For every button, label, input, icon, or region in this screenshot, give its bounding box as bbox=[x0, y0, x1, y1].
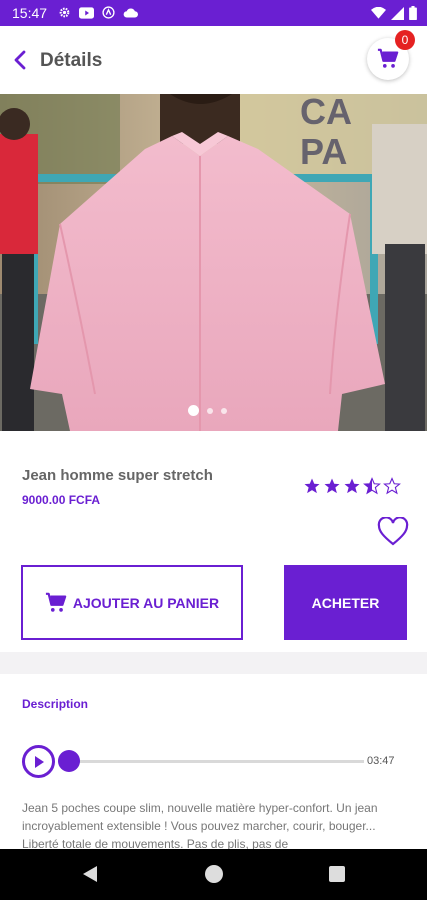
audio-duration: 03:47 bbox=[367, 755, 395, 767]
description-title: Description bbox=[22, 697, 89, 711]
star-filled-icon bbox=[304, 478, 320, 494]
product-image-carousel[interactable]: CA PA bbox=[0, 94, 427, 431]
add-to-cart-button[interactable]: AJOUTER AU PANIER bbox=[21, 565, 243, 640]
chevron-left-icon bbox=[14, 50, 26, 70]
nav-recent-apps-icon[interactable] bbox=[329, 866, 345, 882]
favorite-button[interactable] bbox=[377, 516, 409, 547]
nav-back-icon[interactable] bbox=[82, 865, 98, 883]
buy-button[interactable]: ACHETER bbox=[284, 565, 407, 640]
status-notification-icons bbox=[58, 6, 138, 19]
product-price: 9000.00 FCFA bbox=[22, 493, 101, 507]
status-system-icons bbox=[371, 6, 417, 20]
nav-home-icon[interactable] bbox=[205, 865, 223, 883]
description-text: Jean 5 poches coupe slim, nouvelle matiè… bbox=[22, 801, 378, 851]
star-half-icon bbox=[363, 477, 381, 495]
add-to-cart-label: AJOUTER AU PANIER bbox=[72, 594, 220, 611]
section-divider bbox=[0, 652, 427, 674]
settings-icon bbox=[59, 7, 70, 18]
back-button[interactable] bbox=[6, 46, 34, 74]
audio-progress-track[interactable] bbox=[64, 760, 364, 763]
buy-label: ACHETER bbox=[311, 594, 380, 611]
carousel-dot[interactable] bbox=[207, 407, 213, 414]
star-filled-icon bbox=[344, 478, 360, 494]
status-time: 15:47 bbox=[12, 5, 48, 21]
signal-icon bbox=[391, 6, 404, 20]
audio-play-button[interactable] bbox=[22, 745, 55, 778]
carousel-dot[interactable] bbox=[221, 407, 227, 414]
cart-icon bbox=[45, 592, 67, 612]
cloud-icon bbox=[123, 8, 138, 18]
app-bar: Détails bbox=[0, 26, 427, 94]
cart-count-badge: 0 bbox=[395, 30, 415, 50]
audio-progress-thumb[interactable] bbox=[58, 750, 80, 772]
cart-icon bbox=[377, 48, 399, 68]
star-filled-icon bbox=[324, 478, 340, 494]
heart-icon bbox=[377, 516, 409, 546]
app-notification-icon bbox=[102, 6, 115, 19]
svg-text:CA: CA bbox=[300, 94, 352, 132]
wifi-icon bbox=[371, 7, 386, 19]
system-nav-bar bbox=[0, 849, 427, 900]
battery-icon bbox=[409, 6, 417, 20]
product-name: Jean homme super stretch bbox=[22, 467, 213, 484]
product-photo: CA PA bbox=[0, 94, 427, 431]
page-title: Détails bbox=[40, 50, 103, 71]
carousel-indicator bbox=[188, 405, 227, 416]
carousel-dot[interactable] bbox=[188, 405, 199, 416]
youtube-icon bbox=[79, 6, 94, 19]
status-bar: 15:47 bbox=[0, 0, 427, 26]
rating-stars bbox=[303, 477, 401, 495]
svg-text:PA: PA bbox=[300, 131, 347, 172]
star-empty-icon bbox=[383, 477, 401, 495]
play-icon bbox=[34, 755, 44, 768]
